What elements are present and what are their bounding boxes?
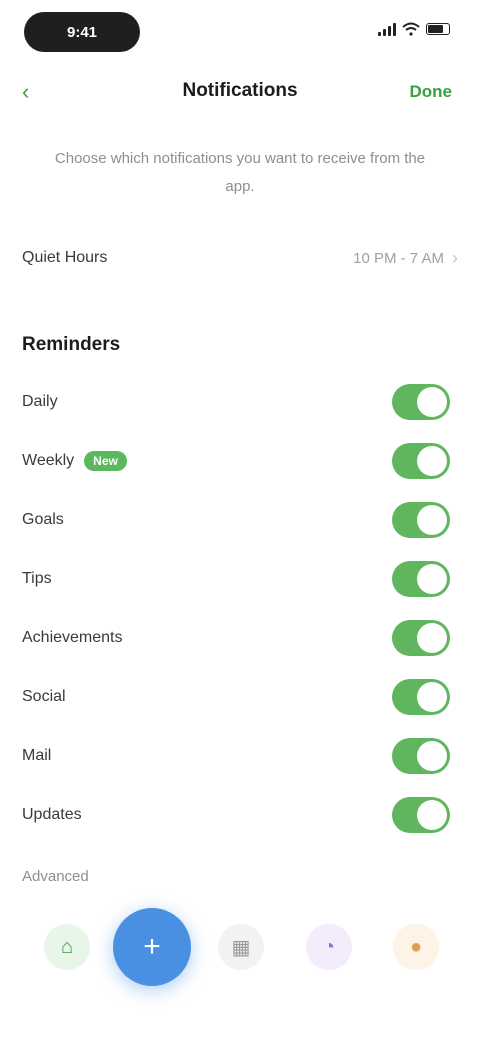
toggle-knob: [417, 504, 447, 535]
item-label: Goals: [22, 510, 64, 528]
status-bar: 9:41: [0, 0, 480, 60]
home-icon[interactable]: ⌂: [44, 924, 90, 970]
item-label: Mail: [22, 746, 52, 764]
nav-bar: ‹ Notifications Done: [0, 70, 480, 114]
list-item: Weekly New: [0, 431, 480, 490]
item-label: Social: [22, 687, 66, 705]
wifi-icon: [402, 22, 420, 36]
section-title: Reminders: [22, 334, 121, 355]
item-label: Achievements: [22, 628, 123, 646]
toggle-knob: [417, 563, 447, 594]
chart-icon[interactable]: ◔: [306, 924, 352, 970]
advanced-link[interactable]: Advanced: [22, 868, 89, 885]
toggle-knob: [417, 681, 447, 712]
item-label: Daily: [22, 392, 58, 410]
list-item: Achievements: [0, 608, 480, 667]
toggle-switch[interactable]: [392, 678, 450, 715]
signal-icon: [378, 22, 396, 36]
list-item: Goals: [0, 490, 480, 549]
list-item: Social: [0, 667, 480, 726]
list-item: Tips: [0, 549, 480, 608]
list-item: Daily: [0, 372, 480, 431]
toggle-switch[interactable]: [392, 501, 450, 538]
battery-icon: [426, 23, 450, 35]
profile-icon[interactable]: ●: [393, 924, 439, 970]
page-description: Choose which notifications you want to r…: [54, 150, 426, 195]
calendar-icon[interactable]: ▦: [218, 924, 264, 970]
toggle-knob: [417, 445, 447, 476]
screen: 9:41 ‹ Notifications Done Choose which n…: [0, 0, 480, 1040]
toggle-knob: [417, 799, 447, 830]
toggle-switch[interactable]: [392, 560, 450, 597]
toggle-knob: [417, 740, 447, 771]
done-button[interactable]: Done: [410, 82, 453, 102]
new-badge: New: [84, 450, 127, 471]
toggle-switch[interactable]: [392, 737, 450, 774]
setting-value: 10 PM - 7 AM: [353, 249, 444, 267]
toggle-switch[interactable]: [392, 442, 450, 479]
plus-icon[interactable]: +: [113, 908, 191, 986]
item-label: Weekly: [22, 451, 75, 469]
page-title: Notifications: [182, 80, 298, 101]
toggle-knob: [417, 622, 447, 653]
chevron-right-icon: ›: [452, 247, 458, 268]
list-item: Updates: [0, 785, 480, 844]
toggle-switch[interactable]: [392, 383, 450, 420]
item-label: Updates: [22, 805, 82, 823]
quiet-hours-row[interactable]: Quiet Hours 10 PM - 7 AM ›: [22, 238, 458, 278]
bottom-dock: ⌂ + ▦ ◔ ●: [0, 900, 480, 1000]
status-icons: [378, 22, 450, 36]
toggle-switch[interactable]: [392, 619, 450, 656]
item-label: Tips: [22, 569, 52, 587]
toggle-knob: [417, 386, 447, 417]
status-time: 9:41: [24, 12, 140, 52]
toggle-switch[interactable]: [392, 796, 450, 833]
setting-value-group: 10 PM - 7 AM ›: [353, 248, 458, 269]
setting-label: Quiet Hours: [22, 249, 108, 266]
reminder-list: Daily Weekly New Goals Tips Achievements…: [0, 372, 480, 844]
list-item: Mail: [0, 726, 480, 785]
